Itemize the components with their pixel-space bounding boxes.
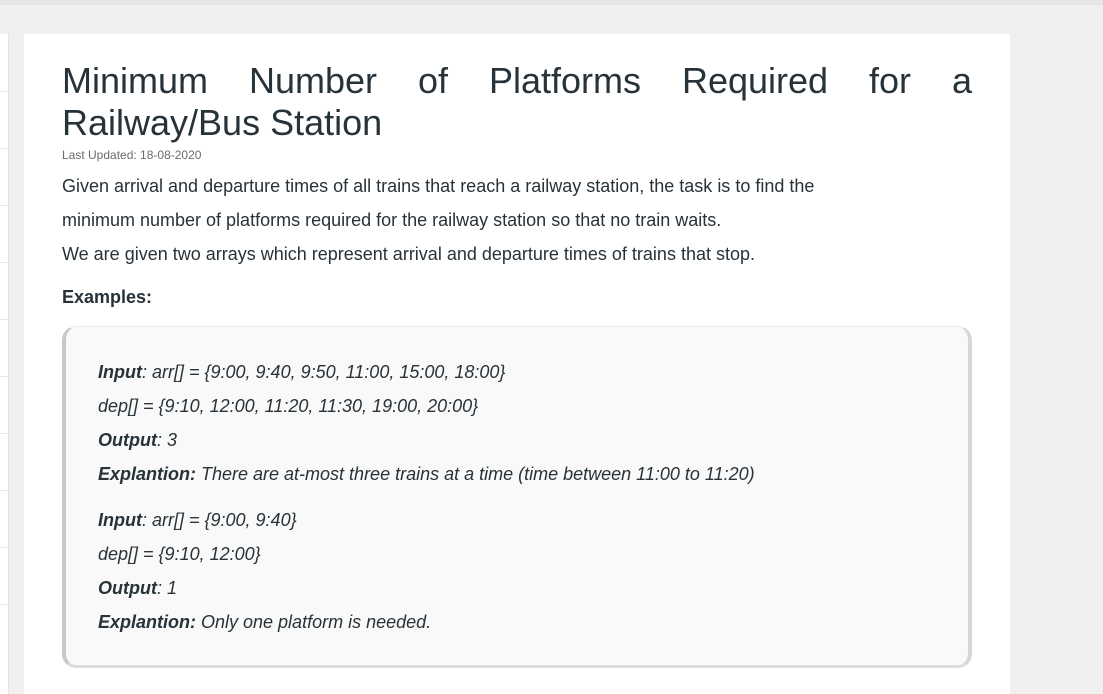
explanation-value: Only one platform is needed.	[196, 612, 432, 632]
article-content: Minimum Number of Platforms Required for…	[24, 34, 1010, 694]
output-label: Output	[98, 430, 157, 450]
problem-description-line-1: Given arrival and departure times of all…	[62, 176, 815, 196]
sidebar-divider	[0, 319, 8, 320]
problem-description-line-2: minimum number of platforms required for…	[62, 210, 722, 230]
last-updated-date: Last Updated: 18-08-2020	[62, 148, 202, 162]
explanation-label: Explantion:	[98, 464, 196, 484]
sidebar-divider	[0, 148, 8, 149]
output-value: : 1	[156, 578, 177, 598]
example-input-line: Input: arr[] = {9:00, 9:40}	[98, 503, 936, 537]
example-spacer	[98, 491, 936, 503]
sidebar-divider	[0, 547, 8, 548]
examples-code-block: Input: arr[] = {9:00, 9:40, 9:50, 11:00,…	[62, 326, 972, 668]
example-dep-line: dep[] = {9:10, 12:00, 11:20, 11:30, 19:0…	[98, 396, 479, 416]
example-dep-line: dep[] = {9:10, 12:00}	[98, 544, 261, 564]
example-explanation-line: Explantion: There are at-most three trai…	[98, 457, 936, 491]
explanation-label: Explantion:	[98, 612, 196, 632]
example-explanation-line: Explantion: Only one platform is needed.	[98, 605, 936, 639]
explanation-value: There are at-most three trains at a time…	[196, 464, 755, 484]
article-title: Minimum Number of Platforms Required for…	[62, 60, 972, 143]
input-label: Input	[98, 362, 142, 382]
sidebar-divider	[0, 376, 8, 377]
output-label: Output	[98, 578, 157, 598]
example-output-line: Output: 1	[98, 571, 936, 605]
sidebar-divider	[0, 490, 8, 491]
example-input-line: Input: arr[] = {9:00, 9:40, 9:50, 11:00,…	[98, 355, 936, 389]
input-label: Input	[98, 510, 142, 530]
sidebar-divider	[0, 433, 8, 434]
sidebar-divider	[0, 205, 8, 206]
browser-top-strip	[0, 0, 1103, 5]
examples-heading: Examples:	[62, 287, 153, 307]
sidebar-divider	[0, 91, 8, 92]
example-output-line: Output: 3	[98, 423, 936, 457]
sidebar-divider	[0, 604, 8, 605]
problem-description-line-3: We are given two arrays which represent …	[62, 244, 755, 264]
left-sidebar	[0, 34, 9, 694]
output-value: : 3	[156, 430, 177, 450]
input-value: : arr[] = {9:00, 9:40}	[141, 510, 297, 530]
input-value: : arr[] = {9:00, 9:40, 9:50, 11:00, 15:0…	[141, 362, 506, 382]
sidebar-divider	[0, 262, 8, 263]
